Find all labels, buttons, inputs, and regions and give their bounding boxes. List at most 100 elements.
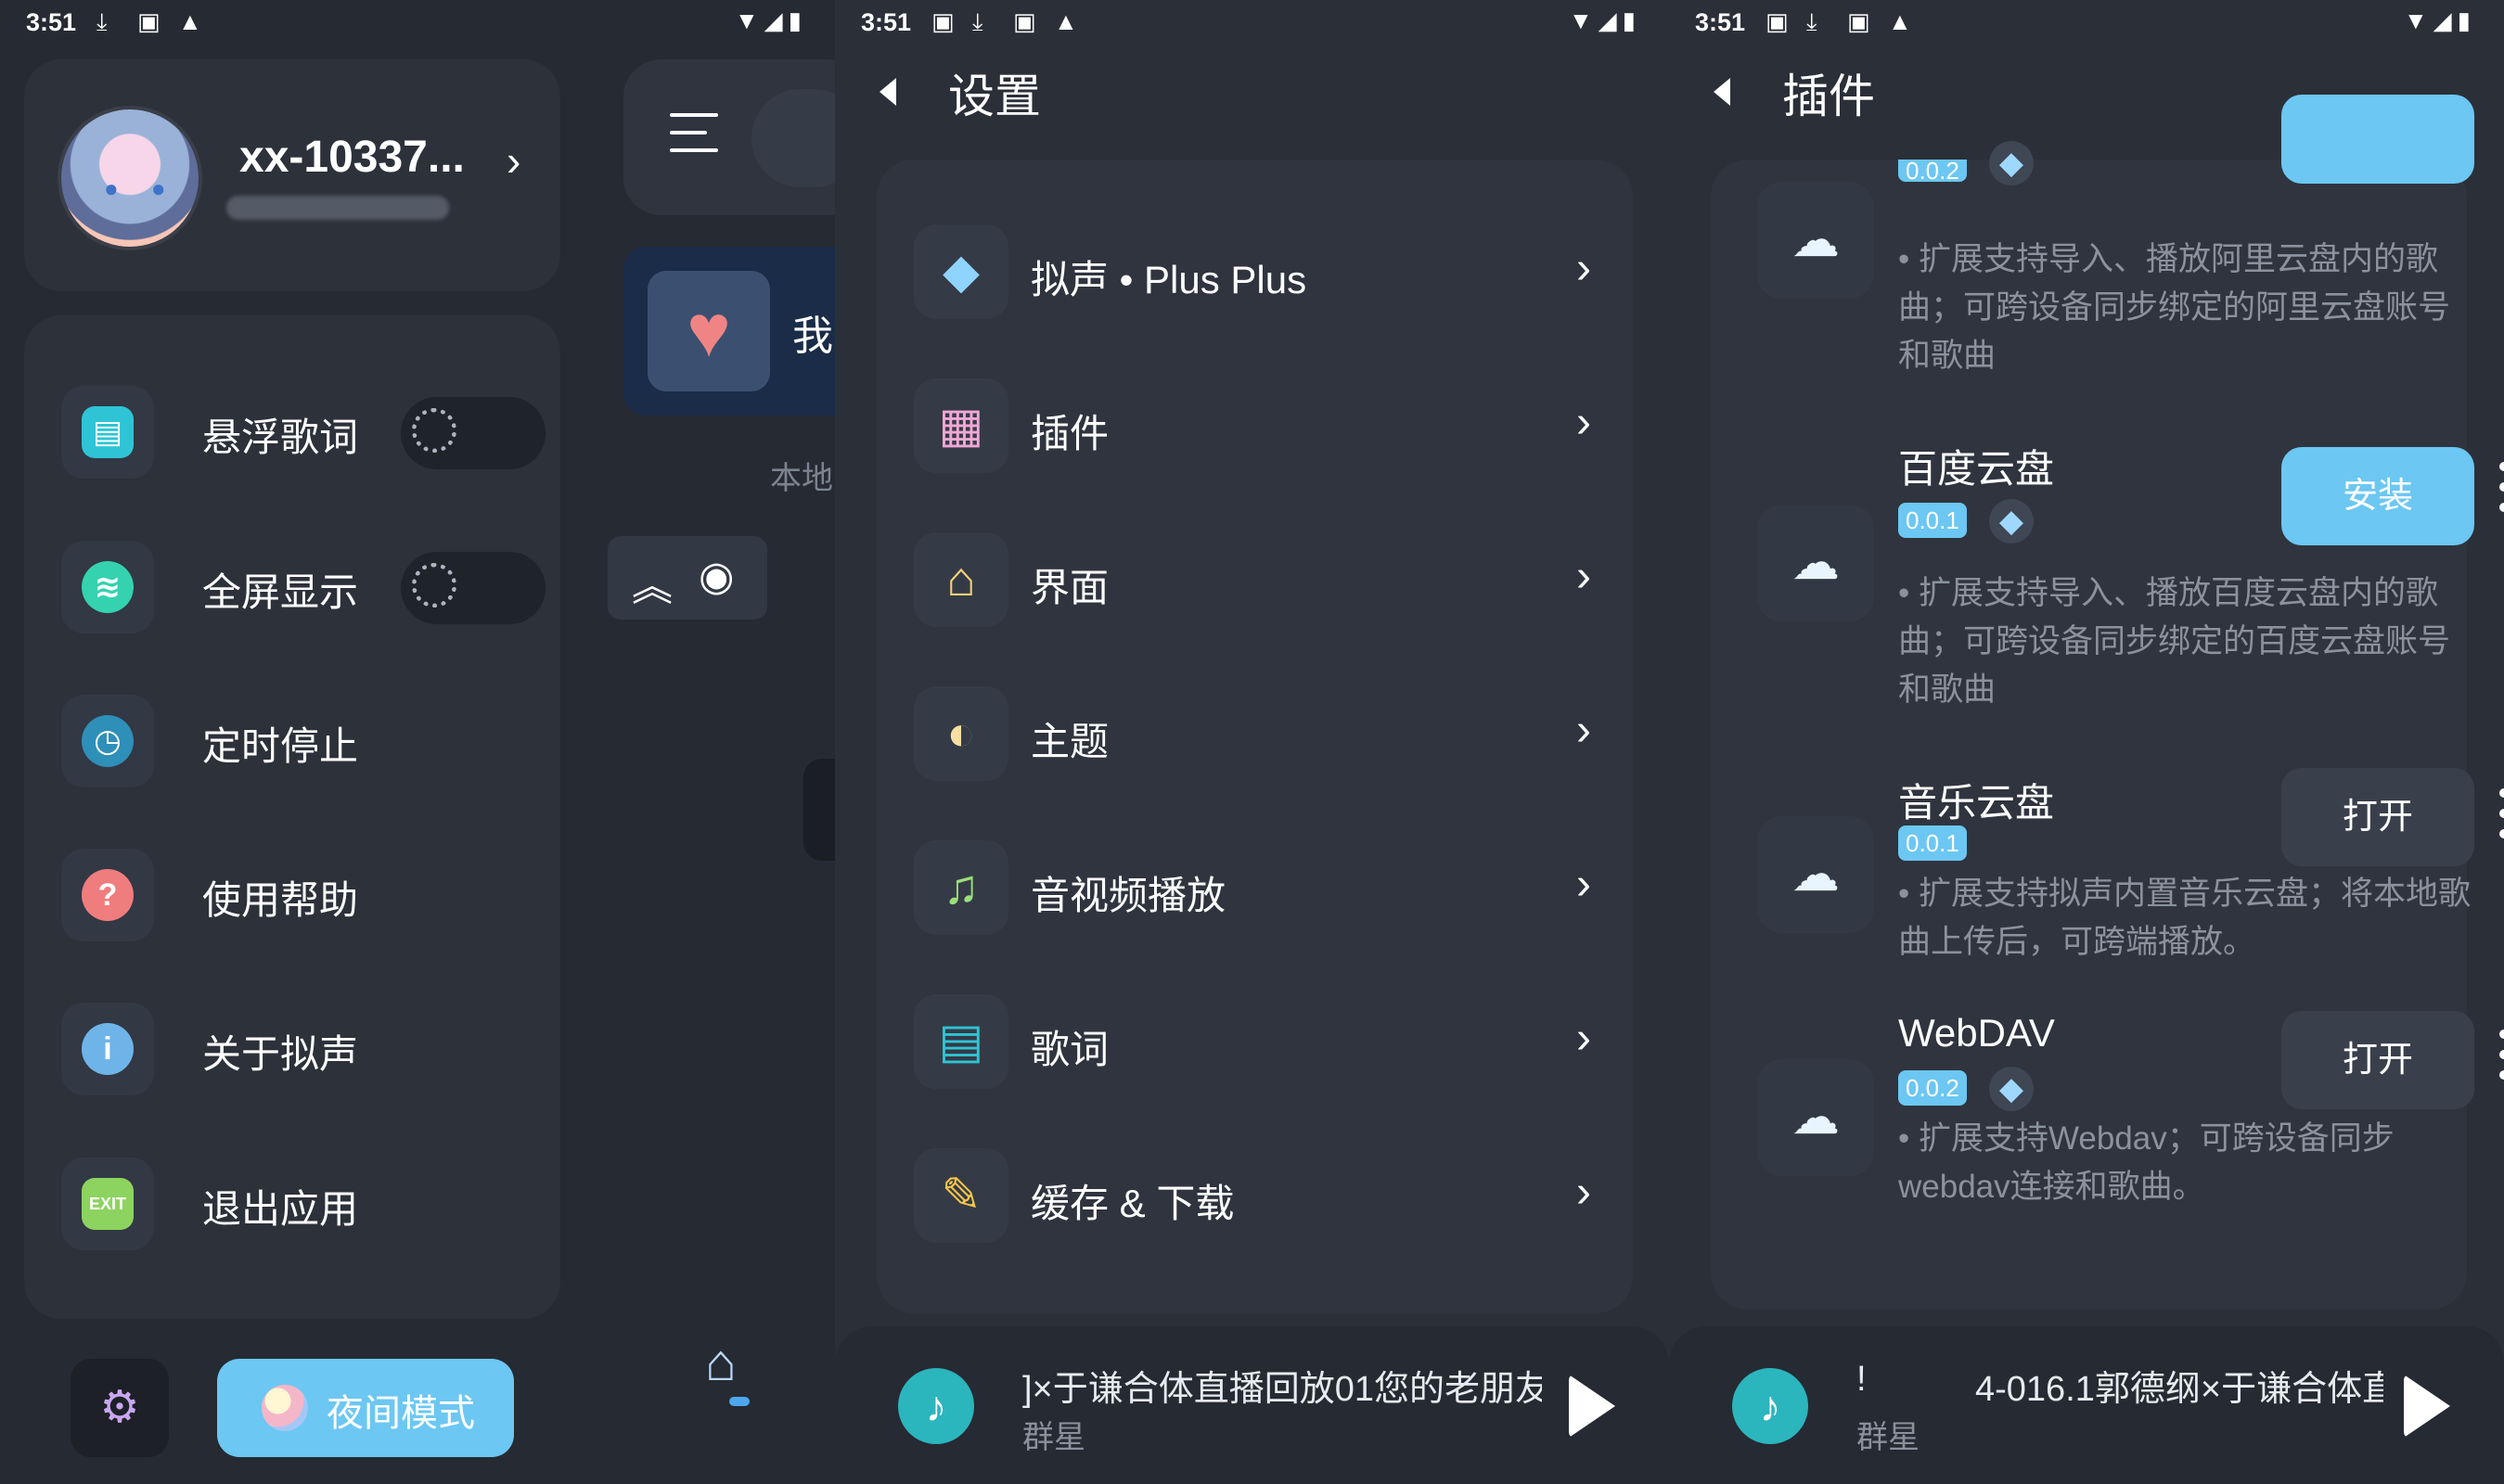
menu-item-sleep-timer[interactable]: ◷ 定时停止: [61, 695, 525, 787]
back-icon[interactable]: [880, 78, 896, 106]
chevron-right-icon: ›: [1576, 860, 1591, 909]
fullscreen-toggle[interactable]: [401, 552, 546, 624]
plugin-open-button[interactable]: 打开: [2281, 1011, 2474, 1109]
menu-label: 退出应用: [202, 1187, 359, 1231]
chevron-right-icon: ›: [1576, 1168, 1591, 1217]
more-options-icon[interactable]: [2499, 1030, 2504, 1091]
plugin-action-button-partial[interactable]: [2281, 95, 2474, 184]
floating-lyrics-toggle[interactable]: [401, 397, 546, 469]
menu-label: 使用帮助: [202, 878, 359, 922]
settings-list: ◆ 拟声 • Plus Plus › ▦ 插件 › ⌂ 界面 › ◐ 主题 › …: [877, 160, 1633, 1313]
cloud-icon: ☁: [1757, 1059, 1874, 1176]
status-time: 3:51: [1695, 8, 1746, 36]
settings-item-plus[interactable]: ◆ 拟声 • Plus Plus ›: [914, 224, 1591, 323]
home-card-label: 我: [792, 313, 833, 359]
settings-item-interface[interactable]: ⌂ 界面 ›: [914, 532, 1591, 631]
status-bar: 3:51 ▣ ⤓ ▣ ▲ ▼◢▮: [835, 0, 1669, 45]
cloud-icon: ☁: [1757, 505, 1874, 621]
lyrics-icon: ▤: [914, 994, 1008, 1089]
menu-label: 全屏显示: [202, 570, 359, 614]
menu-item-floating-lyrics[interactable]: ▤ 悬浮歌词: [61, 386, 546, 479]
play-icon[interactable]: [1569, 1375, 1615, 1438]
system-status-icons: ▼◢▮: [1568, 6, 1641, 34]
avatar[interactable]: ● ●: [58, 106, 202, 250]
side-tab[interactable]: [803, 759, 835, 861]
settings-item-label: 缓存 & 下载: [1031, 1182, 1235, 1225]
warning-icon: ▲: [1054, 7, 1078, 35]
redacted-user-id: [226, 196, 449, 220]
menu-item-about[interactable]: i 关于拟声: [61, 1003, 525, 1095]
timer-icon: ◷: [61, 695, 154, 787]
music-note-icon: ♪: [898, 1368, 974, 1444]
heart-icon: ♥: [648, 271, 770, 391]
menu-item-fullscreen[interactable]: ≋ 全屏显示: [61, 541, 546, 633]
status-bar: 3:51 ▣ ⤓ ▣ ▲ ▼◢▮: [1669, 0, 2504, 45]
plugin-version-badge: 0.0.2: [1898, 1070, 1967, 1106]
menu-label: 悬浮歌词: [202, 416, 359, 459]
home-nav-icon[interactable]: ⌂: [705, 1332, 737, 1392]
avatar-face-icon: ● ●: [104, 174, 179, 202]
play-icon[interactable]: [2404, 1375, 2450, 1438]
menu-icon[interactable]: [670, 113, 718, 166]
fullscreen-icon: ≋: [61, 541, 154, 633]
locate-icon[interactable]: ◉: [699, 553, 734, 600]
settings-item-cache[interactable]: ✎ 缓存 & 下载 ›: [914, 1148, 1591, 1247]
profile-card[interactable]: ● ● xx-10337... ›: [24, 59, 560, 291]
theme-icon: ◐: [914, 686, 1008, 781]
diamond-icon: ◆: [1989, 499, 2034, 544]
page-title: 插件: [1762, 63, 1895, 130]
page-title: 设置: [928, 63, 1061, 130]
status-time: 3:51: [861, 8, 912, 36]
settings-item-lyrics[interactable]: ▤ 歌词 ›: [914, 994, 1591, 1093]
settings-item-label: 音视频播放: [1031, 874, 1226, 917]
notification-icon: ▣: [137, 7, 161, 35]
image-icon: ▣: [1766, 7, 1789, 35]
collapse-up-icon[interactable]: ︽: [632, 553, 673, 612]
now-playing-artist: 群星: [1856, 1420, 1920, 1455]
home-controls: ︽ ◉: [608, 536, 767, 620]
chevron-right-icon: ›: [1576, 244, 1591, 293]
more-options-icon[interactable]: [2499, 462, 2504, 523]
plugin-version-badge: 0.0.2: [1898, 160, 1967, 182]
chevron-right-icon: ›: [1576, 398, 1591, 447]
download-icon: ⤓: [96, 7, 108, 35]
now-playing-title: ]×于谦合体直播回放01您的老朋友: [1022, 1370, 1542, 1409]
back-icon[interactable]: [1714, 78, 1730, 106]
chevron-right-icon[interactable]: ›: [507, 135, 520, 186]
menu-label: 关于拟声: [202, 1032, 359, 1076]
notification-icon: ▣: [1013, 7, 1036, 35]
settings-item-label: 歌词: [1031, 1028, 1110, 1071]
mini-player[interactable]: ♪ ]×于谦合体直播回放01您的老朋友 群星: [835, 1326, 1669, 1484]
broom-icon: ✎: [914, 1148, 1008, 1243]
warning-icon: ▲: [178, 7, 202, 35]
plugin-name: 音乐云盘: [1898, 781, 2055, 825]
settings-item-theme[interactable]: ◐ 主题 ›: [914, 686, 1591, 785]
diamond-icon: ◆: [914, 224, 1008, 319]
toggle-knob: [412, 408, 456, 453]
plugin-name: 百度云盘: [1898, 447, 2055, 491]
paint-roller-icon: ⌂: [914, 532, 1008, 627]
settings-item-playback[interactable]: ♫ 音视频播放 ›: [914, 840, 1591, 939]
home-favorites-card[interactable]: ♥ 我: [623, 247, 835, 416]
warning-icon: ▲: [1888, 7, 1912, 35]
plugin-description: • 扩展支持Webdav；可跨设备同步webdav连接和歌曲。: [1898, 1120, 2395, 1205]
plugins-screen: 3:51 ▣ ⤓ ▣ ▲ ▼◢▮ 插件 0.0.2 ◆ ☁ • 扩展支持导入、播…: [1669, 0, 2504, 1484]
plugin-open-button[interactable]: 打开: [2281, 768, 2474, 866]
settings-button[interactable]: ⚙: [71, 1359, 169, 1457]
mini-player[interactable]: ♪ ! 4-016.1郭德纲×于谦合体直 群星: [1669, 1326, 2504, 1484]
now-playing-title: 4-016.1郭德纲×于谦合体直: [1975, 1370, 2383, 1409]
more-options-icon[interactable]: [2499, 788, 2504, 850]
menu-item-exit[interactable]: EXIT 退出应用: [61, 1158, 525, 1250]
chevron-right-icon: ›: [1576, 706, 1591, 755]
plugin-blocks-icon: ▦: [914, 378, 1008, 473]
lyrics-icon: ▤: [61, 386, 154, 479]
night-mode-button[interactable]: 夜间模式: [217, 1359, 514, 1457]
plugin-description: • 扩展支持拟声内置音乐云盘；将本地歌曲上传后，可跨端播放。: [1898, 876, 2471, 960]
music-note-icon: ♪: [1732, 1368, 1808, 1444]
menu-item-help[interactable]: ? 使用帮助: [61, 849, 525, 941]
settings-item-plugins[interactable]: ▦ 插件 ›: [914, 378, 1591, 477]
system-status-icons: ▼◢▮: [2403, 6, 2476, 34]
plugin-install-button[interactable]: 安装: [2281, 447, 2474, 545]
chevron-right-icon: ›: [1576, 552, 1591, 601]
exit-icon: EXIT: [61, 1158, 154, 1250]
